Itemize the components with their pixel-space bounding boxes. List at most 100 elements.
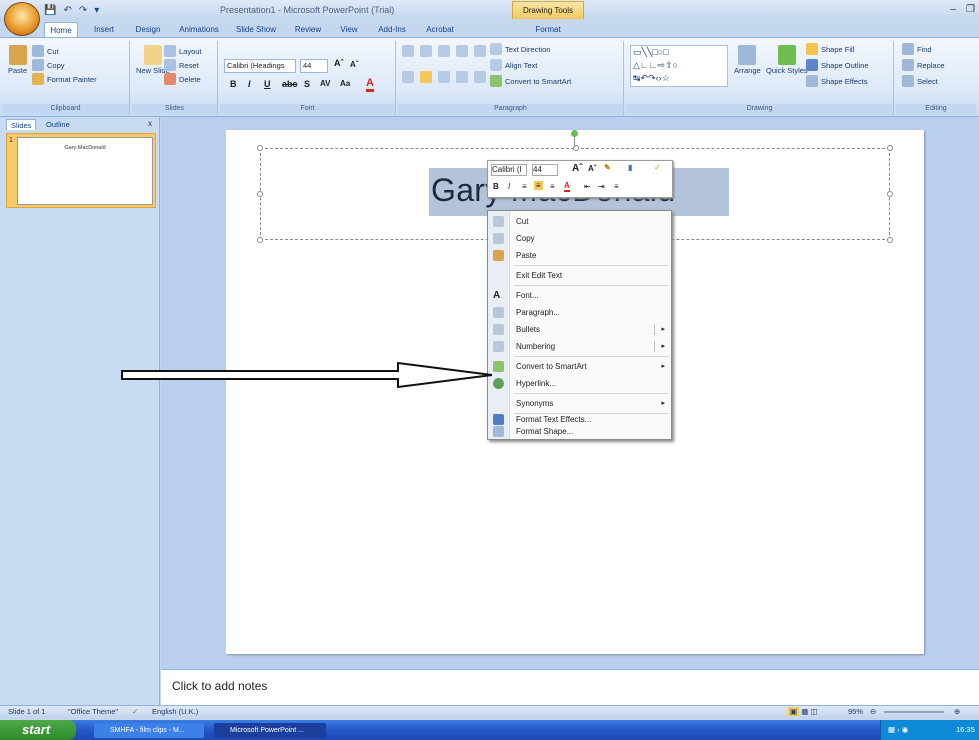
tab-outline[interactable]: Outline <box>42 119 74 130</box>
find-button[interactable]: Find <box>902 43 932 55</box>
save-icon[interactable]: 💾 <box>44 5 56 16</box>
tab-slides[interactable]: Slides <box>6 119 37 130</box>
layout-button[interactable]: Layout <box>164 45 202 57</box>
underline-icon[interactable]: U <box>264 79 271 89</box>
start-button[interactable]: start <box>0 720 76 740</box>
notes-placeholder[interactable]: Click to add notes <box>172 679 267 693</box>
resize-handle[interactable] <box>257 145 263 151</box>
format-painter-button[interactable]: Format Painter <box>32 73 97 85</box>
cut-button[interactable]: Cut <box>32 45 59 57</box>
decrease-indent-icon[interactable] <box>438 45 450 57</box>
paste-button[interactable]: Paste <box>8 45 27 75</box>
undo-icon[interactable]: ↶ <box>63 5 71 16</box>
increase-indent-icon[interactable] <box>456 45 468 57</box>
align-center-icon[interactable]: ≡ <box>534 181 543 190</box>
tab-acrobat[interactable]: Acrobat <box>420 22 460 38</box>
tab-insert[interactable]: Insert <box>88 22 120 38</box>
align-left-icon[interactable] <box>402 71 414 83</box>
line-spacing-icon[interactable] <box>474 45 486 57</box>
zoom-level[interactable]: 95% <box>848 707 863 716</box>
change-case-icon[interactable]: Aa <box>340 79 350 88</box>
taskbar-item-smhfa[interactable]: SMHFA - film clips - M... <box>94 723 204 738</box>
zoom-out-icon[interactable]: ⊖ <box>870 707 876 716</box>
shrink-font-icon[interactable]: Aˇ <box>588 164 596 173</box>
align-text-button[interactable]: Align Text <box>490 59 537 71</box>
normal-view-icon[interactable]: ▣ <box>788 707 800 716</box>
office-button[interactable] <box>4 2 40 36</box>
select-button[interactable]: Select <box>902 75 938 87</box>
tab-view[interactable]: View <box>334 22 364 38</box>
tab-format[interactable]: Format <box>520 22 576 38</box>
arrange-button[interactable]: Arrange <box>734 45 761 75</box>
resize-handle[interactable] <box>573 145 579 151</box>
convert-smartart-button[interactable]: Convert to SmartArt <box>490 75 571 87</box>
align-center-icon[interactable] <box>420 71 432 83</box>
shape-outline-button[interactable]: Shape Outline <box>806 59 869 71</box>
shrink-font-icon[interactable]: Aˇ <box>350 60 358 69</box>
decrease-indent-icon[interactable]: ⇤ <box>584 182 591 191</box>
menu-item-synonyms[interactable]: Synonyms ▸ <box>488 395 671 412</box>
replace-button[interactable]: Replace <box>902 59 945 71</box>
menu-item-bullets[interactable]: Bullets ▸ <box>488 321 671 338</box>
bold-icon[interactable]: B <box>230 79 237 89</box>
shape-fill-button[interactable]: Shape Fill <box>806 43 854 55</box>
align-right-icon[interactable]: ≡ <box>550 182 555 191</box>
bullets-icon[interactable]: ≡ <box>614 182 619 191</box>
minimize-icon[interactable]: – <box>950 4 956 15</box>
char-spacing-icon[interactable]: AV <box>320 79 331 88</box>
resize-handle[interactable] <box>257 191 263 197</box>
menu-item-numbering[interactable]: Numbering ▸ <box>488 338 671 355</box>
resize-handle[interactable] <box>887 145 893 151</box>
font-size-combo[interactable]: 44 <box>300 59 328 73</box>
reset-button[interactable]: Reset <box>164 59 199 71</box>
strikethrough-icon[interactable]: abc <box>282 79 298 89</box>
rotation-handle[interactable] <box>571 130 578 137</box>
numbering-icon[interactable] <box>420 45 432 57</box>
menu-item-font[interactable]: A Font... <box>488 287 671 304</box>
notes-pane[interactable] <box>161 669 979 705</box>
menu-item-copy[interactable]: Copy <box>488 230 671 247</box>
menu-item-hyperlink[interactable]: Hyperlink... <box>488 375 671 392</box>
menu-item-paragraph[interactable]: Paragraph... <box>488 304 671 321</box>
bold-icon[interactable]: B <box>493 182 499 191</box>
spellcheck-icon[interactable]: ✓ <box>132 707 138 716</box>
zoom-in-icon[interactable]: ⊕ <box>954 707 960 716</box>
zoom-slider[interactable] <box>884 711 944 713</box>
resize-handle[interactable] <box>887 191 893 197</box>
font-name-combo[interactable]: Calibri (Headings <box>224 59 296 73</box>
mini-font-combo[interactable]: Calibri (I <box>491 164 527 176</box>
copy-button[interactable]: Copy <box>32 59 65 71</box>
tab-review[interactable]: Review <box>288 22 328 38</box>
bullets-icon[interactable] <box>402 45 414 57</box>
close-icon[interactable]: x <box>148 119 152 128</box>
tab-animations[interactable]: Animations <box>174 22 224 38</box>
tab-design[interactable]: Design <box>130 22 166 38</box>
shape-effects-button[interactable]: Shape Effects <box>806 75 868 87</box>
shapes-gallery[interactable]: ▭╲╲□○□ △∟∟⇨⇧○ ↹↶↷‹›☆ <box>630 45 728 87</box>
quick-styles-button[interactable]: Quick Styles <box>766 45 808 75</box>
font-color-icon[interactable]: A <box>564 181 570 192</box>
highlight-icon[interactable]: ✎ <box>604 163 611 172</box>
customize-qat-icon[interactable]: ▾ <box>94 5 99 16</box>
language-indicator[interactable]: English (U.K.) <box>152 707 198 716</box>
menu-item-format-shape[interactable]: Format Shape... <box>488 423 671 440</box>
slideshow-icon[interactable]: ◫ <box>810 707 817 716</box>
grow-font-icon[interactable]: Aˆ <box>572 163 583 174</box>
align-left-icon[interactable]: ≡ <box>522 182 527 191</box>
resize-handle[interactable] <box>887 237 893 243</box>
restore-icon[interactable]: ❐ <box>966 4 975 15</box>
menu-item-paste[interactable]: Paste <box>488 247 671 264</box>
line-color-icon[interactable]: ▮ <box>628 163 632 172</box>
columns-icon[interactable] <box>474 71 486 83</box>
menu-item-exit-edit-text[interactable]: Exit Edit Text <box>488 267 671 284</box>
font-color-icon[interactable]: A <box>366 77 374 92</box>
delete-button[interactable]: Delete <box>164 73 201 85</box>
resize-handle[interactable] <box>257 237 263 243</box>
mini-size-combo[interactable]: 44 <box>532 164 558 176</box>
align-right-icon[interactable] <box>438 71 450 83</box>
justify-icon[interactable] <box>456 71 468 83</box>
menu-item-cut[interactable]: Cut <box>488 213 671 230</box>
redo-icon[interactable]: ↷ <box>79 5 87 16</box>
slide-sorter-icon[interactable]: ▦ <box>801 707 808 716</box>
shadow-icon[interactable]: S <box>304 79 310 89</box>
